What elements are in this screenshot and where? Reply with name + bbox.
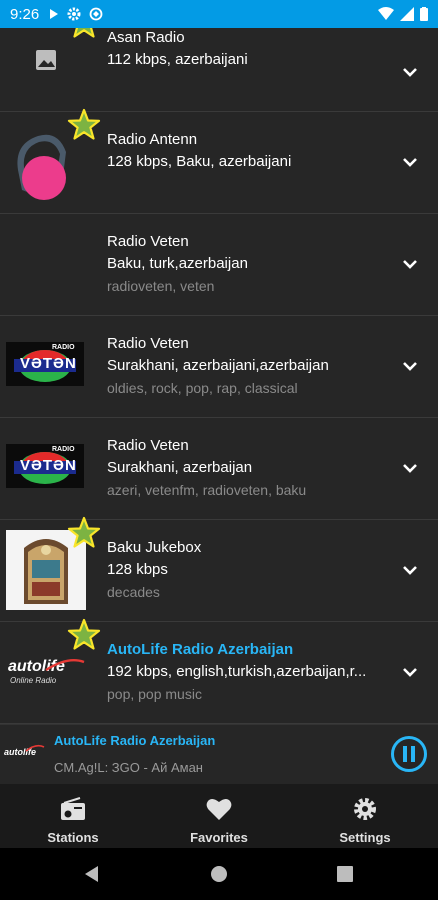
play-store-icon [50,9,59,19]
player-logo-swoosh [25,744,45,752]
signal-icon [400,7,414,21]
station-meta: 128 kbps [107,561,168,578]
station-row[interactable]: Asan Radio 112 kbps, azerbaijani [0,28,438,112]
station-tags: decades [107,584,160,600]
nav-settings[interactable]: Settings [328,784,402,848]
chevron-down-icon[interactable] [402,258,418,270]
station-meta: Surakhani, azerbaijan [107,459,253,476]
station-row[interactable]: RADIO VƏTƏN Radio Veten Surakhani, azerb… [0,316,438,418]
radio-icon [61,797,85,820]
heart-icon [206,798,232,820]
station-name: Radio Veten [107,233,189,250]
station-name: Radio Veten [107,437,189,454]
station-meta: 192 kbps, english,turkish,azerbaijan,r..… [107,663,367,680]
status-time: 9:26 [10,5,40,23]
pause-button[interactable] [390,735,428,773]
favorite-star-icon[interactable] [67,618,101,652]
gear-status-icon [67,7,81,21]
player-thumbnail: autolife [4,735,46,775]
autolife-swoosh [45,659,85,672]
station-tags: oldies, rock, pop, rap, classical [107,380,298,396]
gear-icon [354,798,376,820]
bottom-navigation: Stations Favorites Settings [0,784,438,848]
station-name: Radio Antenn [107,131,198,148]
station-row-active[interactable]: autolife Online Radio AutoLife Radio Aze… [0,618,438,724]
veten-logo-text: VƏTƏN [20,355,77,372]
station-tags: pop, pop music [107,686,202,702]
veten-logo-small: RADIO [52,446,75,453]
nav-stations[interactable]: Stations [36,784,110,848]
nav-favorites-label: Favorites [190,830,248,845]
station-name: AutoLife Radio Azerbaijan [107,641,294,658]
station-meta: 112 kbps, azerbaijani [107,51,248,68]
wifi-icon [378,7,394,20]
station-thumbnail: RADIO VƏTƏN [6,444,84,488]
sync-status-icon [89,7,103,21]
station-list[interactable]: Asan Radio 112 kbps, azerbaijani Radio A… [0,28,438,724]
station-row[interactable]: RADIO VƏTƏN Radio Veten Surakhani, azerb… [0,418,438,520]
veten-logo-small: RADIO [52,344,75,351]
recents-icon[interactable] [337,866,353,882]
chevron-down-icon[interactable] [402,462,418,474]
chevron-down-icon[interactable] [402,360,418,372]
station-thumbnail: RADIO VƏTƏN [6,342,84,386]
player-title: AutoLife Radio Azerbaijan [54,733,216,748]
station-tags: radioveten, veten [107,278,215,294]
station-name: Baku Jukebox [107,539,202,556]
back-icon[interactable] [82,864,102,884]
chevron-down-icon[interactable] [402,564,418,576]
chevron-down-icon[interactable] [402,156,418,168]
station-meta: 128 kbps, Baku, azerbaijani [107,153,292,170]
nav-favorites[interactable]: Favorites [182,784,256,848]
station-row[interactable]: Radio Veten Baku, turk,azerbaijan radiov… [0,214,438,316]
station-name: Radio Veten [107,335,189,352]
favorite-star-icon[interactable] [67,108,101,142]
system-navigation-bar [0,848,438,900]
station-tags: azeri, vetenfm, radioveten, baku [107,482,307,498]
mini-player[interactable]: autolife AutoLife Radio Azerbaijan CM.Ag… [0,724,438,785]
station-meta: Baku, turk,azerbaijan [107,255,248,272]
station-row[interactable]: Baku Jukebox 128 kbps decades [0,516,438,622]
station-meta: Surakhani, azerbaijani,azerbaijan [107,357,329,374]
battery-icon [420,7,428,21]
chevron-down-icon[interactable] [402,66,418,78]
veten-logo-text: VƏTƏN [20,457,77,474]
nav-settings-label: Settings [339,830,391,845]
favorite-star-icon[interactable] [67,28,101,40]
station-row[interactable]: Radio Antenn 128 kbps, Baku, azerbaijani [0,108,438,214]
favorite-star-icon[interactable] [67,516,101,550]
player-subtitle: CM.Ag!L: ЗGO - Ай Аман [54,760,203,775]
station-thumbnail: autolife Online Radio [6,652,86,692]
nav-stations-label: Stations [47,830,99,845]
home-icon[interactable] [210,865,228,883]
status-bar: 9:26 [0,0,438,28]
chevron-down-icon[interactable] [402,666,418,678]
station-name: Asan Radio [107,29,185,46]
